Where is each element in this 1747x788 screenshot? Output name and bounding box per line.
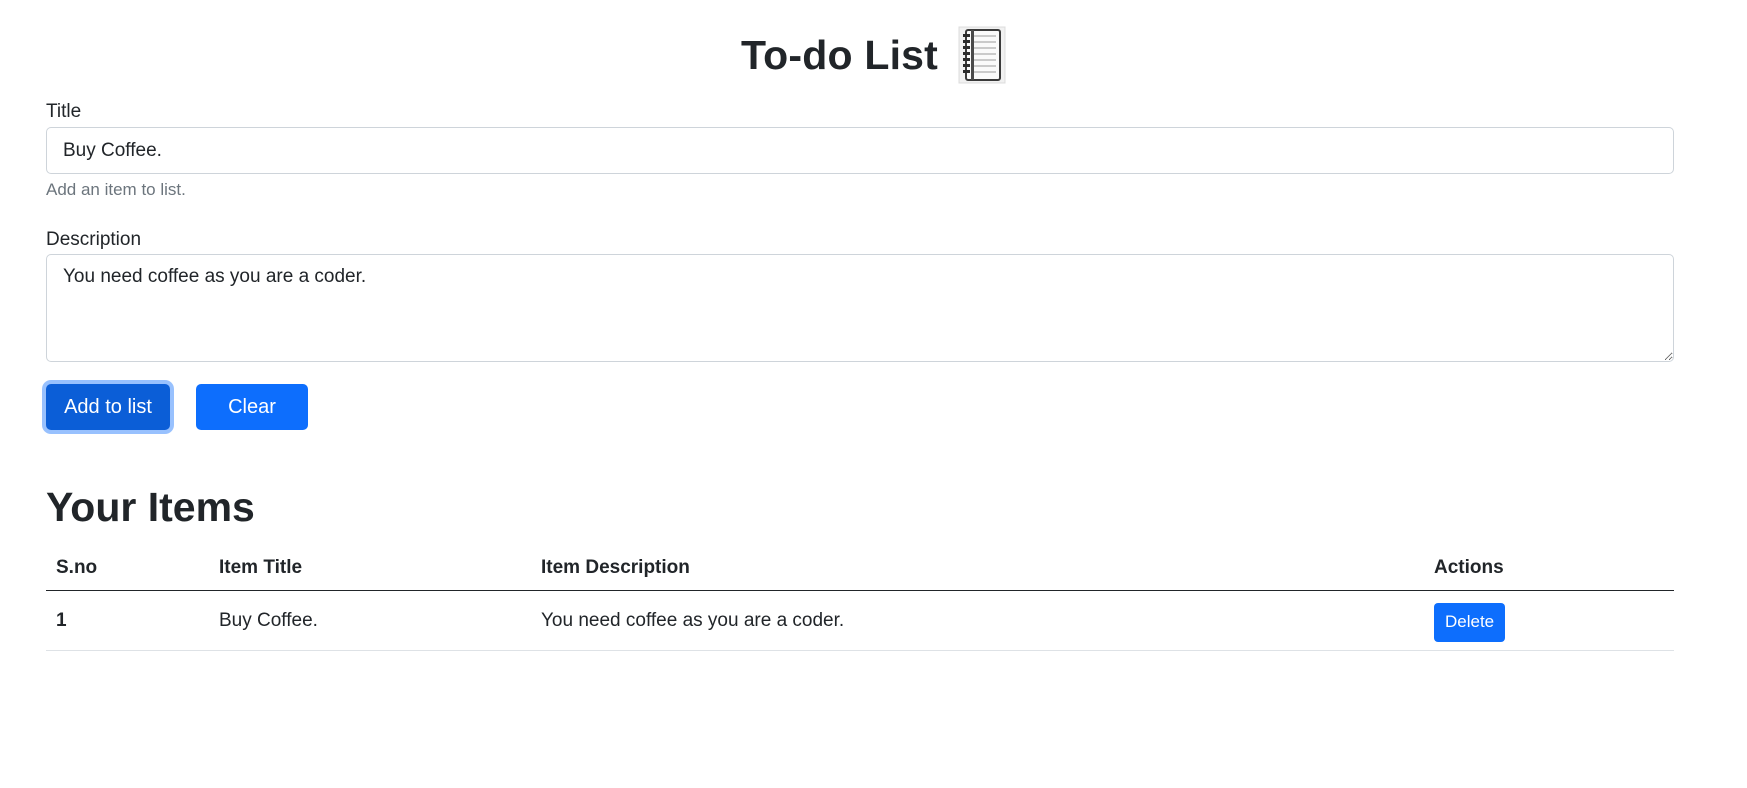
items-table: S.no Item Title Item Description Actions… <box>46 546 1674 651</box>
page-title: To-do List <box>740 32 939 78</box>
title-input[interactable] <box>46 127 1674 174</box>
table-header-row: S.no Item Title Item Description Actions <box>46 546 1674 591</box>
cell-item-title: Buy Coffee. <box>209 590 531 651</box>
cell-actions: Delete <box>1424 590 1674 651</box>
page: To-do List Title Buy Coffee. Add an item… <box>0 0 1747 788</box>
column-header-item-title: Item Title <box>209 546 531 591</box>
column-header-sno: S.no <box>46 546 209 591</box>
title-label: Title <box>46 101 82 122</box>
column-header-item-description: Item Description <box>531 546 1424 591</box>
title-help-text: Add an item to list. <box>46 180 186 199</box>
description-textarea[interactable]: You need coffee as you are a coder. <box>46 254 1674 362</box>
cell-sno: 1 <box>46 590 209 651</box>
add-to-list-button[interactable]: Add to list <box>46 384 170 430</box>
table-row: 1 Buy Coffee. You need coffee as you are… <box>46 590 1674 651</box>
page-header: To-do List <box>0 22 1747 88</box>
clear-list-button[interactable]: Clear List <box>196 384 308 464</box>
delete-button[interactable]: Delete <box>1434 602 1506 642</box>
column-header-actions: Actions <box>1424 546 1674 591</box>
items-section-title: Your Items <box>46 484 255 530</box>
cell-item-description: You need coffee as you are a coder. <box>531 590 1424 651</box>
description-label: Description <box>46 229 142 250</box>
notebook-icon <box>958 26 1006 84</box>
